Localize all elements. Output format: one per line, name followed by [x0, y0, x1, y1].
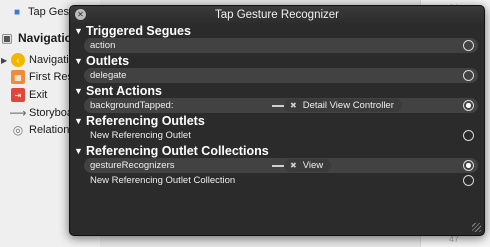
connection-row-action[interactable]: action: [84, 38, 478, 53]
section-label: Sent Actions: [86, 83, 162, 98]
connection-circle-icon[interactable]: [463, 40, 474, 51]
section-sent-actions[interactable]: ▼ Sent Actions: [70, 83, 484, 98]
connection-row-delegate[interactable]: delegate: [84, 68, 478, 83]
disclosure-triangle-icon[interactable]: ▶: [1, 56, 11, 65]
section-label: Referencing Outlet Collections: [86, 143, 269, 158]
section-triggered-segues[interactable]: ▼ Triggered Segues: [70, 23, 484, 38]
section-label: Outlets: [86, 53, 130, 68]
outline-row-label: Exit: [29, 89, 48, 101]
exit-icon: ⇥: [11, 88, 25, 102]
section-referencing-outlets[interactable]: ▼ Referencing Outlets: [70, 113, 484, 128]
connection-row-new-referencing-outlet-collection[interactable]: New Referencing Outlet Collection: [84, 173, 478, 188]
connection-line: [272, 104, 284, 107]
disclosure-triangle-icon[interactable]: ▼: [74, 116, 86, 126]
connection-row-gesture-recognizers[interactable]: gestureRecognizers ✖ View: [84, 158, 478, 173]
connection-name: gestureRecognizers: [90, 160, 175, 171]
connection-name: New Referencing Outlet Collection: [90, 175, 236, 186]
connection-line: [272, 164, 284, 167]
connection-name: action: [90, 40, 116, 51]
connection-name: backgroundTapped:: [90, 100, 174, 111]
relationship-icon: ◎: [12, 123, 24, 137]
connection-row-new-referencing-outlet[interactable]: New Referencing Outlet: [84, 128, 478, 143]
section-outlets[interactable]: ▼ Outlets: [70, 53, 484, 68]
connection-circle-icon[interactable]: [463, 130, 474, 141]
arrow-icon: ⟶: [9, 106, 27, 120]
disclosure-triangle-icon[interactable]: ▼: [74, 56, 86, 66]
outline-row-exit[interactable]: ⇥ Exit: [0, 87, 47, 103]
connection-row-background-tapped[interactable]: backgroundTapped: ✖ Detail View Controll…: [84, 98, 478, 113]
section-label: Triggered Segues: [86, 23, 191, 38]
gesture-icon: ■: [13, 6, 21, 18]
close-icon[interactable]: ✕: [75, 9, 86, 20]
connection-circle-filled-icon[interactable]: [463, 160, 474, 171]
connection-circle-icon[interactable]: [463, 70, 474, 81]
connection-target: Detail View Controller: [302, 100, 394, 111]
connection-name: New Referencing Outlet: [90, 130, 191, 141]
remove-connection-icon[interactable]: ✖: [290, 101, 297, 110]
section-referencing-outlet-collections[interactable]: ▼ Referencing Outlet Collections: [70, 143, 484, 158]
first-responder-icon: ▦: [11, 70, 25, 84]
navigation-controller-icon: ‹: [11, 53, 25, 67]
disclosure-triangle-icon[interactable]: ▼: [74, 86, 86, 96]
connection-circle-icon[interactable]: [463, 175, 474, 186]
resize-grip-icon[interactable]: [472, 223, 481, 232]
connection-target: View: [302, 160, 324, 171]
connection-target-pill[interactable]: ✖ Detail View Controller: [284, 99, 402, 112]
connections-hud: ✕ Tap Gesture Recognizer ▼ Triggered Seg…: [69, 5, 485, 236]
remove-connection-icon[interactable]: ✖: [290, 161, 297, 170]
connection-target-pill[interactable]: ✖ View: [284, 159, 332, 172]
disclosure-triangle-icon[interactable]: ▼: [74, 26, 86, 36]
scene-icon: ▣: [1, 31, 13, 45]
section-label: Referencing Outlets: [86, 113, 205, 128]
hud-title: Tap Gesture Recognizer: [214, 8, 339, 21]
connection-name: delegate: [90, 70, 127, 81]
hud-titlebar[interactable]: ✕ Tap Gesture Recognizer: [70, 6, 484, 23]
connection-circle-filled-icon[interactable]: [463, 100, 474, 111]
disclosure-triangle-icon[interactable]: ▼: [74, 146, 86, 156]
